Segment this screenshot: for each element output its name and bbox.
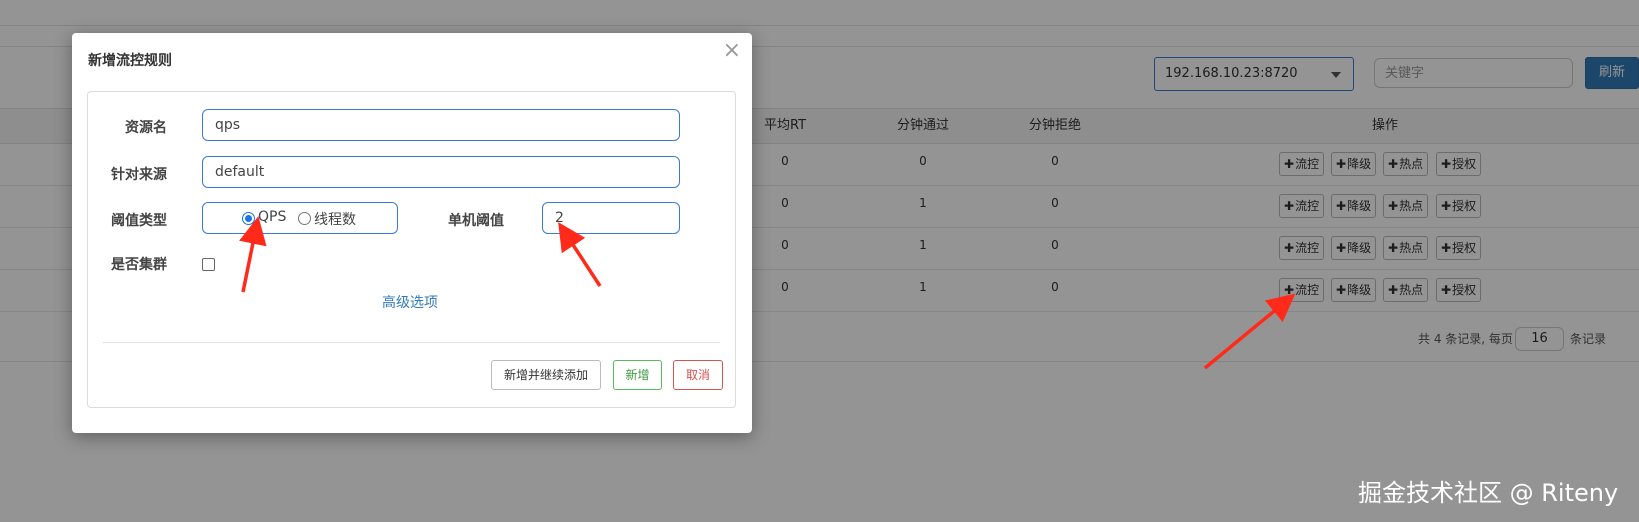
arrow-to-flow-button [1203, 293, 1296, 370]
arrow-to-qps-radio [239, 216, 267, 293]
arrow-to-threshold-input [558, 222, 602, 287]
annotation-arrows [239, 216, 1296, 370]
watermark: 掘金技术社区 @ Riteny [1358, 479, 1619, 507]
